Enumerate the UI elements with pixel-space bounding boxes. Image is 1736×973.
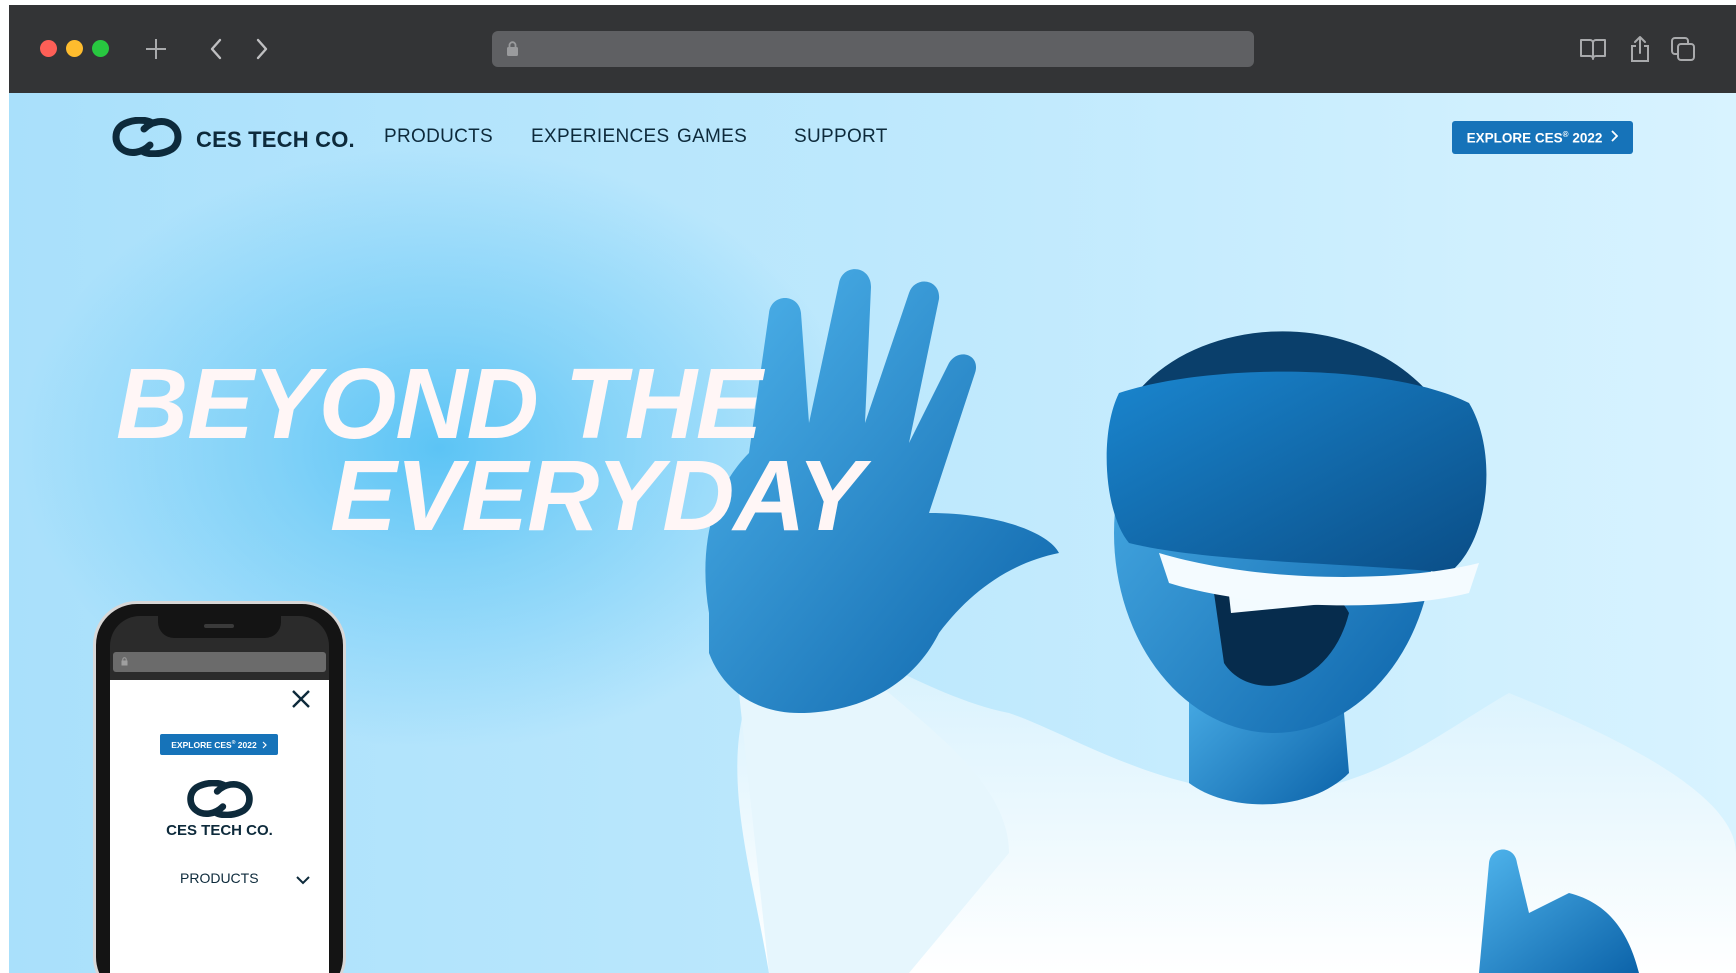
headline-line-2: EVERYDAY [330,440,864,552]
phone-brand-name: CES TECH CO. [166,822,273,839]
brand-logo-link[interactable]: CES TECH CO. [112,116,355,162]
chevron-right-icon [1610,130,1619,145]
lock-icon [506,41,519,61]
new-tab-icon[interactable] [142,31,170,67]
chevron-down-icon [296,872,310,890]
browser-toolbar [9,5,1736,93]
phone-menu-item-label: PRODUCTS [180,870,259,886]
minimize-window-button[interactable] [66,40,83,57]
address-bar[interactable] [492,31,1254,67]
tabs-overview-icon[interactable] [1669,31,1697,67]
close-window-button[interactable] [40,40,57,57]
phone-menu-item-products[interactable]: PRODUCTS [110,868,329,892]
phone-screen: EXPLORE CES® 2022 CES TECH CO. PRODUCTS [110,616,329,973]
nav-link-experiences[interactable]: EXPERIENCES [531,126,669,148]
site-header: CES TECH CO. PRODUCTS EXPERIENCES GAMES … [9,93,1736,183]
brand-name: CES TECH CO. [196,126,355,152]
back-icon[interactable] [205,31,227,67]
hero-headline: BEYOND THE EVERYDAY [116,354,864,552]
forward-icon[interactable] [251,31,273,67]
explore-ces-button[interactable]: EXPLORE CES® 2022 [1452,121,1633,154]
nav-link-support[interactable]: SUPPORT [794,126,888,148]
logo-icon [112,116,182,162]
nav-link-products[interactable]: PRODUCTS [384,126,493,148]
explore-ces-label: EXPLORE CES® 2022 [1466,129,1603,146]
zoom-window-button[interactable] [92,40,109,57]
close-icon[interactable] [290,688,312,715]
phone-mockup: EXPLORE CES® 2022 CES TECH CO. PRODUCTS [93,601,346,973]
phone-menu-panel: EXPLORE CES® 2022 CES TECH CO. PRODUCTS [110,680,329,973]
logo-icon [186,779,254,823]
phone-notch [158,616,281,638]
phone-explore-ces-label: EXPLORE CES® 2022 [171,739,257,750]
phone-address-bar[interactable] [113,652,326,672]
share-icon[interactable] [1628,31,1652,67]
lock-icon [121,657,128,666]
hero-section: CES TECH CO. PRODUCTS EXPERIENCES GAMES … [9,93,1736,973]
phone-explore-ces-button[interactable]: EXPLORE CES® 2022 [160,734,278,755]
browser-window: CES TECH CO. PRODUCTS EXPERIENCES GAMES … [9,5,1736,973]
reader-icon[interactable] [1579,31,1607,67]
chevron-right-icon [262,741,267,748]
nav-link-games[interactable]: GAMES [677,126,747,148]
